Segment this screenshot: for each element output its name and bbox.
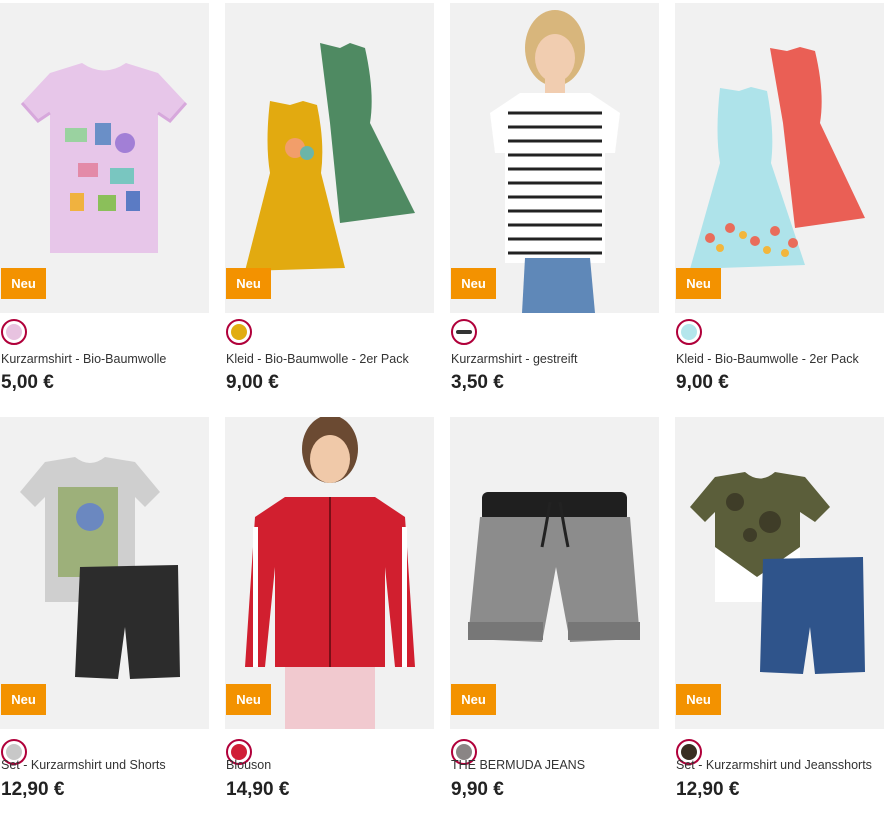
product-name[interactable]: Set - Kurzarmshirt und Jeansshorts — [676, 758, 872, 772]
grey-denim-shorts-image — [468, 492, 640, 642]
new-badge: Neu — [676, 684, 721, 715]
new-badge: Neu — [451, 268, 496, 299]
product-name[interactable]: Set - Kurzarmshirt und Shorts — [1, 758, 166, 772]
product-card-5[interactable]: Neu Set - Kurzarmshirt und Shorts 12,90 … — [0, 409, 209, 814]
product-image[interactable]: Neu — [450, 3, 659, 313]
product-image[interactable]: Neu — [450, 417, 659, 729]
product-card-1[interactable]: Neu Kurzarmshirt - Bio-Baumwolle 5,00 € — [0, 0, 209, 409]
product-price: 12,90 € — [1, 779, 65, 800]
product-price: 14,90 € — [226, 779, 290, 800]
product-name[interactable]: Kurzarmshirt - Bio-Baumwolle — [1, 352, 166, 366]
product-card-6[interactable]: Neu Blouson 14,90 € — [225, 409, 434, 814]
lilac-tshirt-image — [20, 63, 188, 253]
new-badge: Neu — [1, 684, 46, 715]
color-swatch[interactable] — [451, 319, 477, 345]
product-price: 5,00 € — [1, 372, 54, 393]
striped-shirt-girl-image — [490, 10, 620, 313]
new-badge: Neu — [676, 268, 721, 299]
product-name[interactable]: THE BERMUDA JEANS — [451, 758, 585, 772]
product-name[interactable]: Blouson — [226, 758, 271, 772]
color-swatch[interactable] — [676, 319, 702, 345]
product-image[interactable]: Neu — [225, 3, 434, 313]
product-price: 9,00 € — [676, 372, 729, 393]
product-image[interactable]: Neu — [0, 3, 209, 313]
product-card-7[interactable]: Neu THE BERMUDA JEANS 9,90 € — [450, 409, 659, 814]
product-price: 9,90 € — [451, 779, 504, 800]
product-image[interactable]: Neu — [225, 417, 434, 729]
product-card-4[interactable]: Neu Kleid - Bio-Baumwolle - 2er Pack 9,0… — [675, 0, 884, 409]
product-price: 9,00 € — [226, 372, 279, 393]
product-price: 3,50 € — [451, 372, 504, 393]
yellow-green-dresses-image — [245, 43, 415, 271]
red-bomber-girl-image — [245, 417, 415, 729]
product-price: 12,90 € — [676, 779, 740, 800]
grey-tshirt-shorts-image — [20, 457, 180, 679]
new-badge: Neu — [226, 268, 271, 299]
product-image[interactable]: Neu — [0, 417, 209, 729]
product-name[interactable]: Kurzarmshirt - gestreift — [451, 352, 577, 366]
product-name[interactable]: Kleid - Bio-Baumwolle - 2er Pack — [676, 352, 859, 366]
color-swatch[interactable] — [1, 319, 27, 345]
product-name[interactable]: Kleid - Bio-Baumwolle - 2er Pack — [226, 352, 409, 366]
product-image[interactable]: Neu — [675, 417, 884, 729]
product-card-3[interactable]: Neu Kurzarmshirt - gestreift 3,50 € — [450, 0, 659, 409]
camo-tshirt-jeansshorts-image — [690, 472, 865, 674]
product-card-2[interactable]: Neu Kleid - Bio-Baumwolle - 2er Pack 9,0… — [225, 0, 434, 409]
new-badge: Neu — [1, 268, 46, 299]
product-card-8[interactable]: Neu Set - Kurzarmshirt und Jeansshorts 1… — [675, 409, 884, 814]
new-badge: Neu — [451, 684, 496, 715]
blue-red-dresses-image — [690, 47, 865, 269]
new-badge: Neu — [226, 684, 271, 715]
color-swatch[interactable] — [226, 319, 252, 345]
product-image[interactable]: Neu — [675, 3, 884, 313]
